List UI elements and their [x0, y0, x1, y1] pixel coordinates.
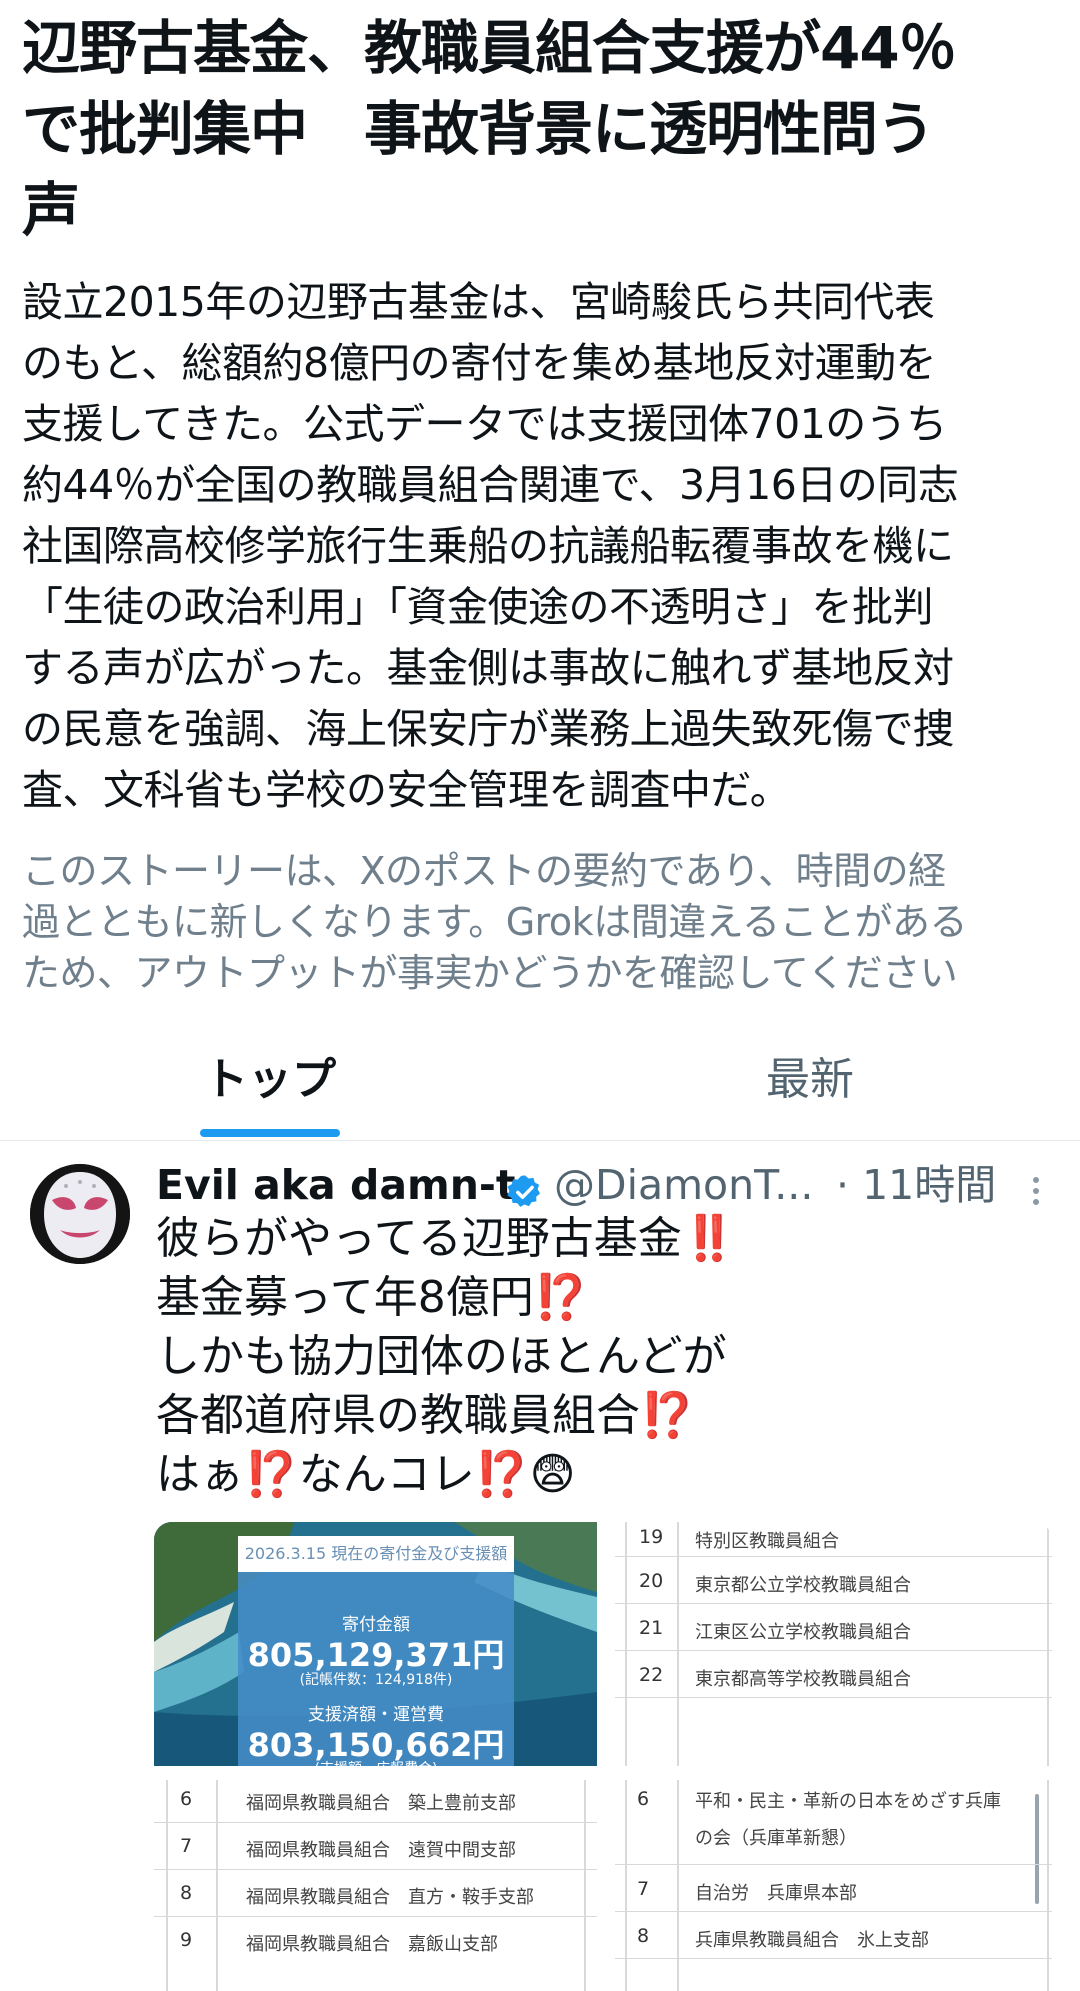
row-organization: 特別区教職員組合 [695, 1531, 839, 1552]
display-name[interactable]: Evil aka damn-t [156, 1155, 516, 1215]
story-summary: 設立2015年の辺野古基金は、宮崎駿氏ら共同代表 のもと、総額約8億円の寄付を集… [22, 272, 1062, 821]
post-time[interactable]: · 11時間 [836, 1155, 996, 1215]
summary-line: 社国際高校修学旅行生乗船の抗議船転覆事故を機に [22, 522, 954, 570]
row-number: 7 [180, 1835, 193, 1857]
table-row: 8 兵庫県教職員組合 氷上支部 [615, 1911, 1052, 1959]
summary-line: 約44％が全国の教職員組合関連で、3月16日の同志 [22, 461, 959, 509]
media-image-donation-stats[interactable]: 2026.3.15 現在の寄付金及び支援額 寄付金額 805,129,371円 … [154, 1522, 597, 1766]
verified-badge-icon [506, 1167, 544, 1207]
row-organization-continued: の会（兵庫革新懇） [695, 1828, 857, 1849]
row-organization: 福岡県教職員組合 嘉飯山支部 [246, 1934, 498, 1955]
active-tab-indicator [200, 1129, 340, 1137]
summary-line: のもと、総額約8億円の寄付を集め基地反対運動を [22, 339, 937, 387]
table-row: 20 東京都公立学校教職員組合 [615, 1556, 1052, 1604]
post-text: 彼らがやってる辺野古基金‼️ 基金募って年8億円⁉️ しかも協力団体のほとんどが… [156, 1209, 1036, 1504]
row-number: 7 [637, 1878, 650, 1900]
row-organization: 平和・民主・革新の日本をめざす兵庫 [695, 1791, 1001, 1812]
tab-latest[interactable]: 最新 [690, 1045, 930, 1140]
summary-line: する声が広がった。基金側は事故に触れず基地反対 [22, 644, 954, 692]
media-image-union-table-hyogo[interactable]: 6 平和・民主・革新の日本をめざす兵庫 の会（兵庫革新懇） 7 自治労 兵庫県本… [615, 1780, 1052, 1991]
headline-line: 辺野古基金、教職員組合支援が44％ [22, 14, 957, 82]
disclaimer-line: 過とともに新しくなります。Grokは間違えることがある [22, 900, 968, 944]
row-number: 9 [180, 1929, 193, 1951]
post-line: はぁ⁉️なんコレ⁉️😨 [156, 1449, 576, 1500]
table-row: 7 自治労 兵庫県本部 [615, 1864, 1052, 1912]
alien-mask-avatar-image [30, 1164, 130, 1264]
summary-line: 支援してきた。公式データでは支援団体701のうち [22, 400, 947, 448]
table-row: 21 江東区公立学校教職員組合 [615, 1603, 1052, 1651]
post-line: 彼らがやってる辺野古基金‼️ [156, 1213, 737, 1264]
tab-top[interactable]: トップ [150, 1045, 390, 1140]
grok-disclaimer: このストーリーは、Xのポストの要約であり、時間の経 過とともに新しくなります。G… [22, 846, 1062, 999]
donation-stats-panel: 2026.3.15 現在の寄付金及び支援額 寄付金額 805,129,371円 … [238, 1536, 514, 1766]
post-line: 基金募って年8億円⁉️ [156, 1272, 589, 1323]
media-image-union-table-fukuoka[interactable]: 6 福岡県教職員組合 築上豊前支部 7 福岡県教職員組合 遠賀中間支部 8 福岡… [154, 1780, 597, 1991]
row-number: 19 [639, 1526, 664, 1548]
table-row: 6 福岡県教職員組合 築上豊前支部 [154, 1780, 597, 1823]
row-organization: 福岡県教職員組合 築上豊前支部 [246, 1793, 516, 1814]
table-row: 6 平和・民主・革新の日本をめざす兵庫 の会（兵庫革新懇） [615, 1780, 1052, 1865]
disclaimer-line: このストーリーは、Xのポストの要約であり、時間の経 [22, 849, 946, 893]
support-note: (支援額・広報費合) [238, 1758, 514, 1766]
headline-line: 声 [22, 176, 80, 244]
row-organization: 福岡県教職員組合 直方・鞍手支部 [246, 1887, 534, 1908]
post-line: しかも協力団体のほとんどが [156, 1331, 727, 1382]
table-row: 22 東京都高等学校教職員組合 [615, 1650, 1052, 1698]
row-organization: 江東区公立学校教職員組合 [695, 1622, 911, 1643]
summary-line: 査、文科省も学校の安全管理を調査中だ。 [22, 766, 791, 814]
row-number: 6 [637, 1788, 650, 1810]
row-organization: 自治労 兵庫県本部 [695, 1883, 857, 1904]
table-row: 7 福岡県教職員組合 遠賀中間支部 [154, 1822, 597, 1870]
row-number: 21 [639, 1617, 664, 1639]
handle[interactable]: @DiamonT... [554, 1155, 813, 1215]
row-number: 6 [180, 1788, 193, 1810]
feed-tabs: トップ 最新 [0, 1045, 1080, 1141]
media-image-union-table-tokyo[interactable]: 19 特別区教職員組合 20 東京都公立学校教職員組合 21 江東区公立学校教職… [615, 1522, 1052, 1766]
summary-line: 「生徒の政治利用」「資金使途の不透明さ」を批判 [22, 583, 934, 631]
donation-note: (記帳件数：124,918件) [299, 1672, 453, 1688]
story-headline: 辺野古基金、教職員組合支援が44％ で批判集中 事故背景に透明性問う 声 [22, 8, 1062, 251]
headline-line: で批判集中 事故背景に透明性問う [22, 95, 935, 163]
row-organization: 東京都公立学校教職員組合 [695, 1575, 911, 1596]
row-organization: 兵庫県教職員組合 氷上支部 [695, 1930, 929, 1951]
summary-line: の民意を強調、海上保安庁が業務上過失致死傷で捜 [22, 705, 954, 753]
row-organization: 東京都高等学校教職員組合 [695, 1669, 911, 1690]
summary-line: 設立2015年の辺野古基金は、宮崎駿氏ら共同代表 [22, 278, 935, 326]
stats-date-caption: 2026.3.15 現在の寄付金及び支援額 [238, 1536, 514, 1572]
disclaimer-line: ため、アウトプットが事実かどうかを確認してください [22, 951, 958, 995]
avatar[interactable] [30, 1164, 130, 1264]
table-row: 9 福岡県教職員組合 嘉飯山支部 [154, 1916, 597, 1963]
row-number: 8 [637, 1925, 650, 1947]
post-line: 各都道府県の教職員組合⁉️ [156, 1390, 695, 1441]
row-number: 20 [639, 1570, 664, 1592]
post[interactable]: Evil aka damn-t @DiamonT... · 11時間 彼らがやっ… [0, 1141, 1080, 1991]
post-header: Evil aka damn-t @DiamonT... · 11時間 [156, 1155, 1056, 1215]
table-row: 19 特別区教職員組合 [615, 1522, 1052, 1557]
row-organization: 福岡県教職員組合 遠賀中間支部 [246, 1840, 516, 1861]
post-media-grid: 2026.3.15 現在の寄付金及び支援額 寄付金額 805,129,371円 … [154, 1522, 1052, 1991]
table-row: 8 福岡県教職員組合 直方・鞍手支部 [154, 1869, 597, 1917]
row-number: 8 [180, 1882, 193, 1904]
row-number: 22 [639, 1664, 664, 1686]
more-options-icon[interactable] [1016, 1167, 1056, 1207]
